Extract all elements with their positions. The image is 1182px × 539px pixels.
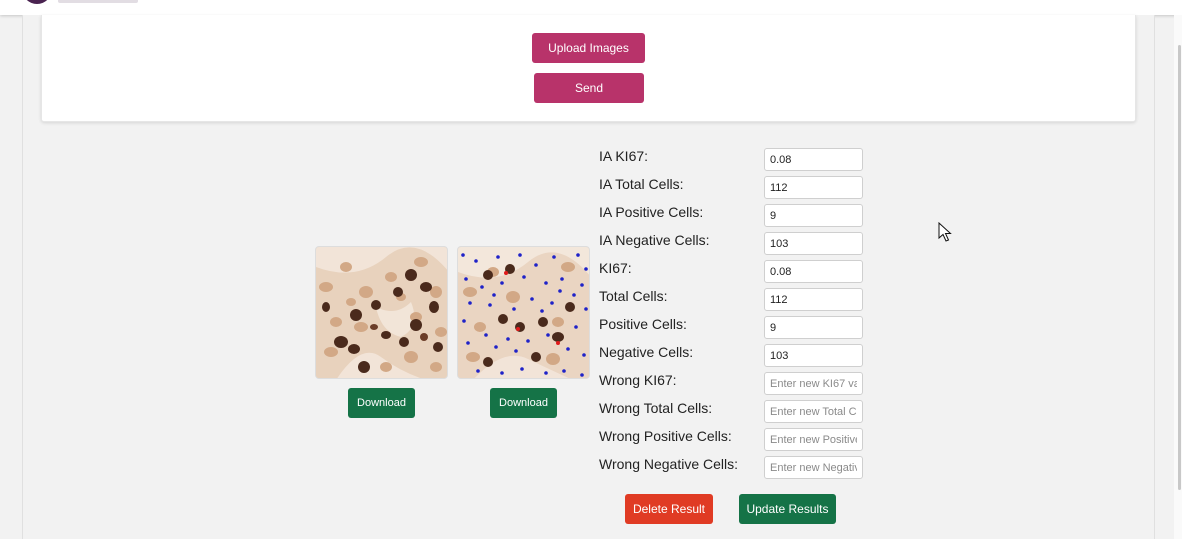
total-cells-input[interactable] — [764, 288, 863, 311]
tissue-image-svg — [316, 247, 447, 378]
download-annotated-button[interactable]: Download — [490, 388, 557, 418]
update-results-button[interactable]: Update Results — [739, 494, 836, 524]
wrong-ki67-label: Wrong KI67: — [599, 372, 677, 388]
ia-ki67-input[interactable] — [764, 148, 863, 171]
ia-ki67-label: IA KI67: — [599, 148, 649, 164]
ki67-input[interactable] — [764, 260, 863, 283]
scrollbar-thumb[interactable] — [1178, 45, 1181, 490]
app-logo-icon[interactable] — [22, 0, 52, 4]
original-stain-image — [315, 246, 448, 379]
ia-negative-cells-label: IA Negative Cells: — [599, 232, 710, 248]
wrong-total-cells-input[interactable] — [764, 400, 863, 423]
app-name-text — [58, 0, 138, 3]
negative-cells-input[interactable] — [764, 344, 863, 367]
ia-total-cells-input[interactable] — [764, 176, 863, 199]
ia-positive-cells-input[interactable] — [764, 204, 863, 227]
wrong-positive-cells-input[interactable] — [764, 428, 863, 451]
upload-images-button[interactable]: Upload Images — [532, 33, 645, 63]
positive-cells-input[interactable] — [764, 316, 863, 339]
annotated-image-svg — [458, 247, 589, 378]
annotated-stain-image — [457, 246, 590, 379]
ia-positive-cells-label: IA Positive Cells: — [599, 204, 704, 220]
wrong-positive-cells-label: Wrong Positive Cells: — [599, 428, 732, 444]
negative-cells-label: Negative Cells: — [599, 344, 694, 360]
positive-cells-label: Positive Cells: — [599, 316, 687, 332]
download-original-button[interactable]: Download — [348, 388, 415, 418]
wrong-ki67-input[interactable] — [764, 372, 863, 395]
ia-negative-cells-input[interactable] — [764, 232, 863, 255]
ki67-label: KI67: — [599, 260, 632, 276]
wrong-total-cells-label: Wrong Total Cells: — [599, 400, 713, 416]
send-button[interactable]: Send — [534, 73, 644, 103]
wrong-negative-cells-label: Wrong Negative Cells: — [599, 456, 739, 472]
mouse-pointer-icon — [938, 222, 952, 242]
ia-total-cells-label: IA Total Cells: — [599, 176, 684, 192]
delete-result-button[interactable]: Delete Result — [625, 494, 713, 524]
top-navbar — [0, 0, 1182, 15]
wrong-negative-cells-input[interactable] — [764, 456, 863, 479]
total-cells-label: Total Cells: — [599, 288, 668, 304]
upload-card — [41, 15, 1136, 122]
